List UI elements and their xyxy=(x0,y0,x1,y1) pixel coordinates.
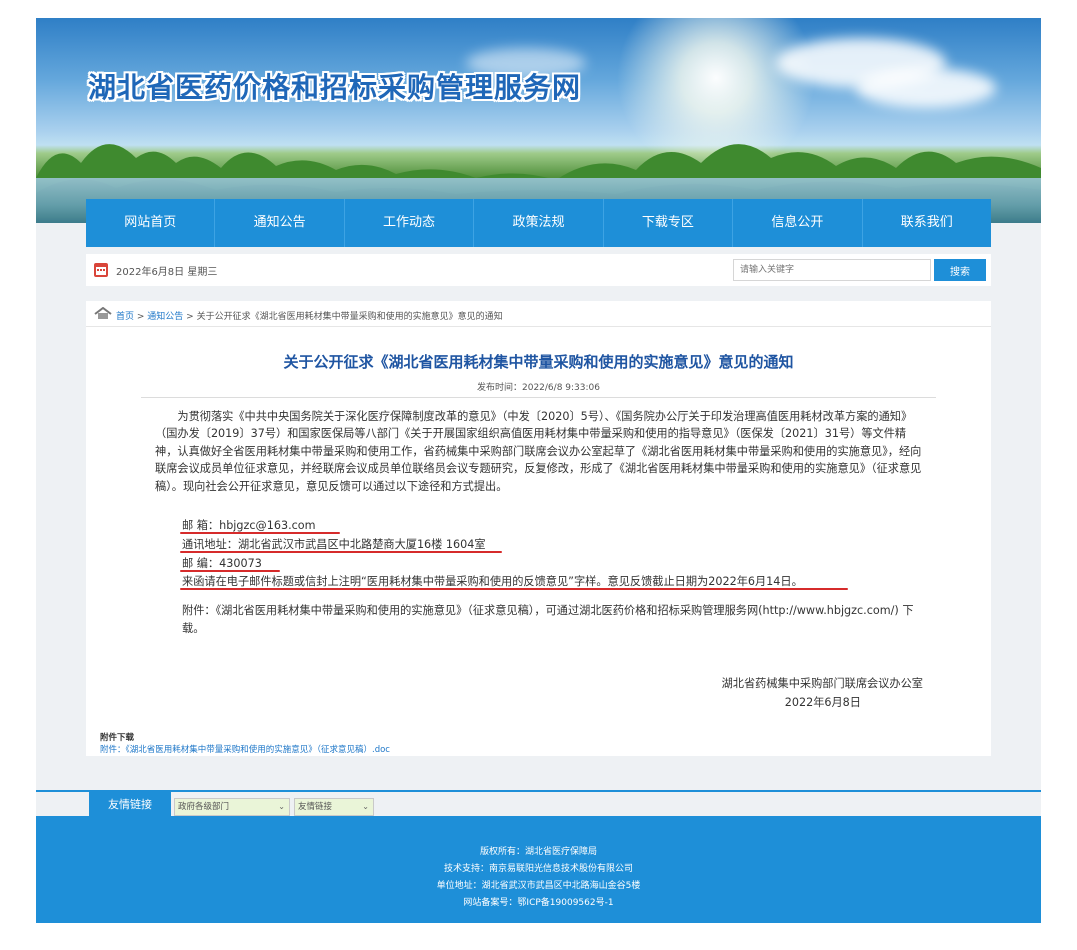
signature-organization: 湖北省药械集中采购部门联席会议办公室 xyxy=(721,677,923,690)
header-banner: 湖北省医药价格和招标采购管理服务网 xyxy=(36,18,1041,223)
friend-links-tab: 友情链接 xyxy=(89,792,171,818)
breadcrumb-section-link[interactable]: 通知公告 xyxy=(147,312,183,322)
cloud xyxy=(856,68,996,108)
attachment-note: 附件：《湖北省医用耗材集中带量采购和使用的实施意见》（征求意见稿），可通过湖北医… xyxy=(182,604,914,635)
publish-time: 发布时间：2022/6/8 9:33:06 xyxy=(477,383,600,393)
search-button[interactable]: 搜索 xyxy=(934,259,986,281)
signature-date: 2022年6月8日 xyxy=(784,696,861,709)
article-title: 关于公开征求《湖北省医用耗材集中带量采购和使用的实施意见》意见的通知 xyxy=(283,353,794,371)
main-nav: 网站首页 通知公告 工作动态 政策法规 下载专区 信息公开 联系我们 xyxy=(86,199,991,247)
footer: 版权所有：湖北省医疗保障局 技术支持：南京易联阳光信息技术股份有限公司 单位地址… xyxy=(36,816,1041,923)
select-value: 政府各级部门 xyxy=(178,802,230,812)
nav-policies[interactable]: 政策法规 xyxy=(474,199,604,247)
address-line: 通讯地址：湖北省武汉市武昌区中北路楚商大厦16楼 1604室 xyxy=(182,538,486,551)
article-body: 为贯彻落实《中共中央国务院关于深化医疗保障制度改革的意见》（中发〔2020〕5号… xyxy=(155,408,923,495)
address-underline xyxy=(180,551,502,553)
calendar-icon xyxy=(94,263,108,277)
nav-info-disclosure[interactable]: 信息公开 xyxy=(733,199,863,247)
intro-paragraph: 为贯彻落实《中共中央国务院关于深化医疗保障制度改革的意见》（中发〔2020〕5号… xyxy=(155,410,922,493)
search-input[interactable] xyxy=(733,259,931,281)
breadcrumb-current: 关于公开征求《湖北省医用耗材集中带量采购和使用的实施意见》意见的通知 xyxy=(196,312,503,322)
gov-departments-select[interactable]: 政府各级部门 ⌄ xyxy=(174,798,290,816)
page-container: 湖北省医药价格和招标采购管理服务网 网站首页 通知公告 工作动态 政策法规 下载… xyxy=(36,18,1041,923)
nav-work-news[interactable]: 工作动态 xyxy=(345,199,475,247)
chevron-down-icon: ⌄ xyxy=(362,802,369,811)
nav-contact[interactable]: 联系我们 xyxy=(863,199,991,247)
home-icon xyxy=(94,307,112,319)
breadcrumb-separator: > xyxy=(183,312,197,322)
chevron-down-icon: ⌄ xyxy=(278,802,285,811)
select-value: 友情链接 xyxy=(298,802,333,812)
email-line: 邮 箱：hbjgzc@163.com xyxy=(182,519,316,532)
article: 关于公开征求《湖北省医用耗材集中带量采购和使用的实施意见》意见的通知 发布时间：… xyxy=(86,327,991,756)
footer-copyright: 版权所有：湖北省医疗保障局 xyxy=(479,847,597,857)
postcode-line: 邮 编：430073 xyxy=(182,557,262,570)
friend-links-bar: 友情链接 政府各级部门 ⌄ 友情链接 ⌄ xyxy=(36,790,1041,818)
breadcrumb-text: 首页 > 通知公告 > 关于公开征求《湖北省医用耗材集中带量采购和使用的实施意见… xyxy=(116,309,503,322)
footer-address: 单位地址：湖北省武汉市武昌区中北路海山金谷5楼 xyxy=(436,881,641,891)
email-underline xyxy=(180,532,340,534)
info-bar: 2022年6月8日 星期三 搜索 xyxy=(86,254,991,286)
friend-links-select[interactable]: 友情链接 ⌄ xyxy=(294,798,374,816)
attachment-download-link[interactable]: 附件：《湖北省医用耗材集中带量采购和使用的实施意见》（征求意见稿）.doc xyxy=(100,743,390,755)
breadcrumb-home-link[interactable]: 首页 xyxy=(116,312,134,322)
feedback-note: 来函请在电子邮件标题或信封上注明“医用耗材集中带量采购和使用的反馈意见”字样。意… xyxy=(182,575,803,588)
breadcrumb: 首页 > 通知公告 > 关于公开征求《湖北省医用耗材集中带量采购和使用的实施意见… xyxy=(86,301,991,327)
nav-notices[interactable]: 通知公告 xyxy=(215,199,345,247)
current-date: 2022年6月8日 星期三 xyxy=(116,267,218,278)
note-underline xyxy=(180,588,848,590)
nav-downloads[interactable]: 下载专区 xyxy=(604,199,734,247)
download-section-title: 附件下载 xyxy=(100,733,135,743)
site-title: 湖北省医药价格和招标采购管理服务网 xyxy=(88,71,582,104)
footer-icp: 网站备案号：鄂ICP备19009562号-1 xyxy=(463,898,614,908)
footer-tech-support: 技术支持：南京易联阳光信息技术股份有限公司 xyxy=(443,864,633,874)
nav-home[interactable]: 网站首页 xyxy=(86,199,216,247)
breadcrumb-separator: > xyxy=(134,312,148,322)
title-divider xyxy=(141,397,936,398)
postcode-underline xyxy=(180,570,280,572)
